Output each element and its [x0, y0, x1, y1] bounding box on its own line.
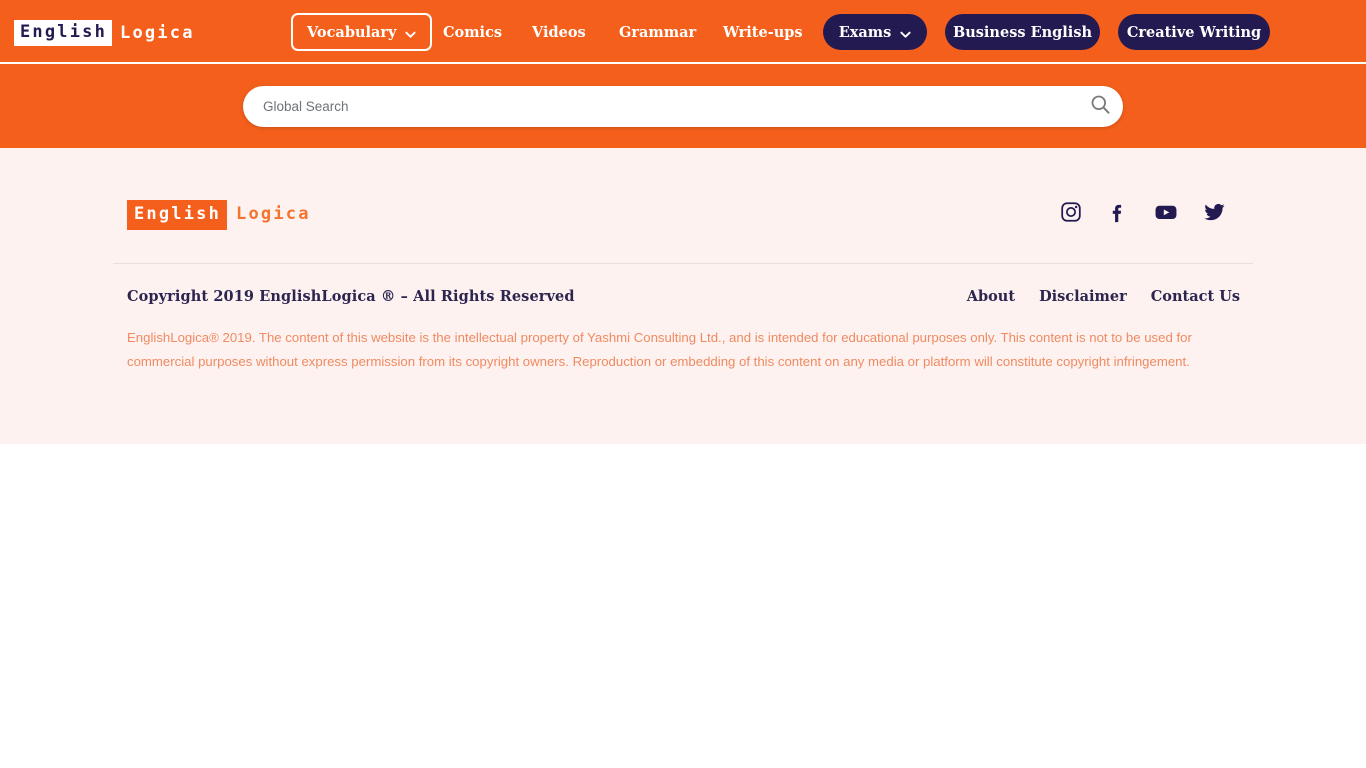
copyright-text: Copyright 2019 EnglishLogica ® – All Rig…: [127, 288, 575, 305]
footer-logo-mark: English: [127, 199, 228, 230]
footer-links: About Disclaimer Contact Us: [967, 288, 1240, 305]
youtube-icon[interactable]: [1154, 201, 1178, 228]
chevron-down-icon: [405, 27, 417, 38]
exams-button[interactable]: Exams: [823, 14, 927, 50]
footer-top-row: English Logica: [113, 148, 1253, 263]
nav-item-comics[interactable]: Comics: [443, 24, 502, 41]
nav-item-vocabulary-label: Vocabulary: [307, 23, 397, 41]
social-links: [1060, 201, 1226, 228]
facebook-icon[interactable]: [1107, 201, 1129, 228]
exams-button-label: Exams: [838, 23, 892, 41]
disclaimer-text: EnglishLogica® 2019. The content of this…: [127, 330, 1192, 369]
primary-navigation: Vocabulary Comics Videos Grammar Write-u…: [291, 0, 803, 64]
search-input[interactable]: [243, 98, 1077, 114]
nav-item-grammar[interactable]: Grammar: [619, 24, 696, 41]
site-footer: English Logica Copyright 2019 EnglishLog…: [0, 148, 1366, 444]
twitter-icon[interactable]: [1203, 201, 1226, 228]
site-logo[interactable]: English Logica: [14, 20, 195, 46]
search-submit-button[interactable]: [1077, 86, 1123, 127]
footer-logo-rest: Logica: [236, 204, 311, 224]
chevron-down-icon: [900, 27, 911, 38]
creative-writing-button-label: Creative Writing: [1126, 23, 1262, 41]
footer-logo[interactable]: English Logica: [127, 199, 311, 230]
footer-middle-row: Copyright 2019 EnglishLogica ® – All Rig…: [127, 264, 1253, 305]
footer-link-contact-us[interactable]: Contact Us: [1151, 288, 1240, 305]
footer-link-about[interactable]: About: [967, 288, 1015, 305]
nav-item-write-ups[interactable]: Write-ups: [723, 24, 803, 41]
nav-item-vocabulary[interactable]: Vocabulary: [291, 13, 433, 51]
site-logo-mark: English: [14, 20, 113, 46]
site-logo-rest: Logica: [120, 22, 195, 43]
instagram-icon[interactable]: [1060, 201, 1082, 228]
nav-item-videos[interactable]: Videos: [532, 24, 586, 41]
site-header: English Logica Vocabulary Comics Videos …: [0, 0, 1366, 64]
footer-link-disclaimer[interactable]: Disclaimer: [1039, 288, 1127, 305]
search-icon: [1090, 94, 1111, 118]
creative-writing-button[interactable]: Creative Writing: [1118, 14, 1270, 50]
business-english-button[interactable]: Business English: [945, 14, 1100, 50]
business-english-button-label: Business English: [952, 23, 1093, 41]
search-box[interactable]: [243, 85, 1123, 127]
search-band: [0, 64, 1366, 148]
